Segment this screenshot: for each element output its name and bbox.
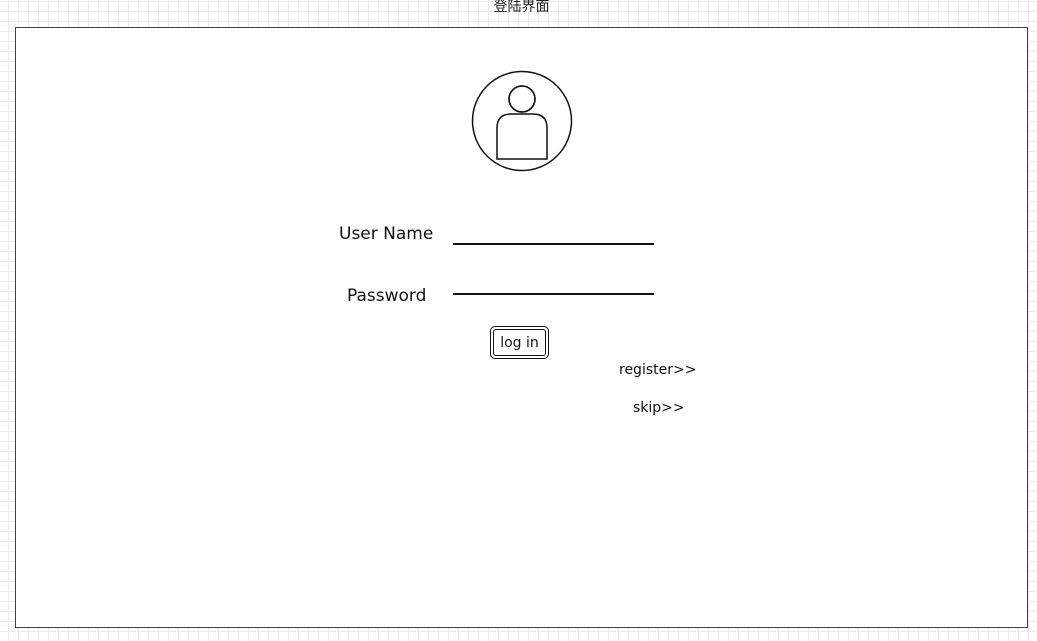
- password-label: Password: [347, 286, 427, 306]
- register-link[interactable]: register>>: [619, 362, 696, 378]
- skip-link[interactable]: skip>>: [633, 400, 685, 416]
- page-title: 登陆界面: [493, 0, 550, 15]
- login-button[interactable]: log in: [490, 326, 549, 359]
- login-window: User Name Password log in register>> ski…: [15, 27, 1028, 628]
- user-avatar-icon: [471, 70, 573, 172]
- username-field[interactable]: [453, 243, 654, 245]
- password-field[interactable]: [453, 293, 654, 295]
- username-label: User Name: [339, 224, 434, 244]
- login-button-label: log in: [493, 329, 546, 356]
